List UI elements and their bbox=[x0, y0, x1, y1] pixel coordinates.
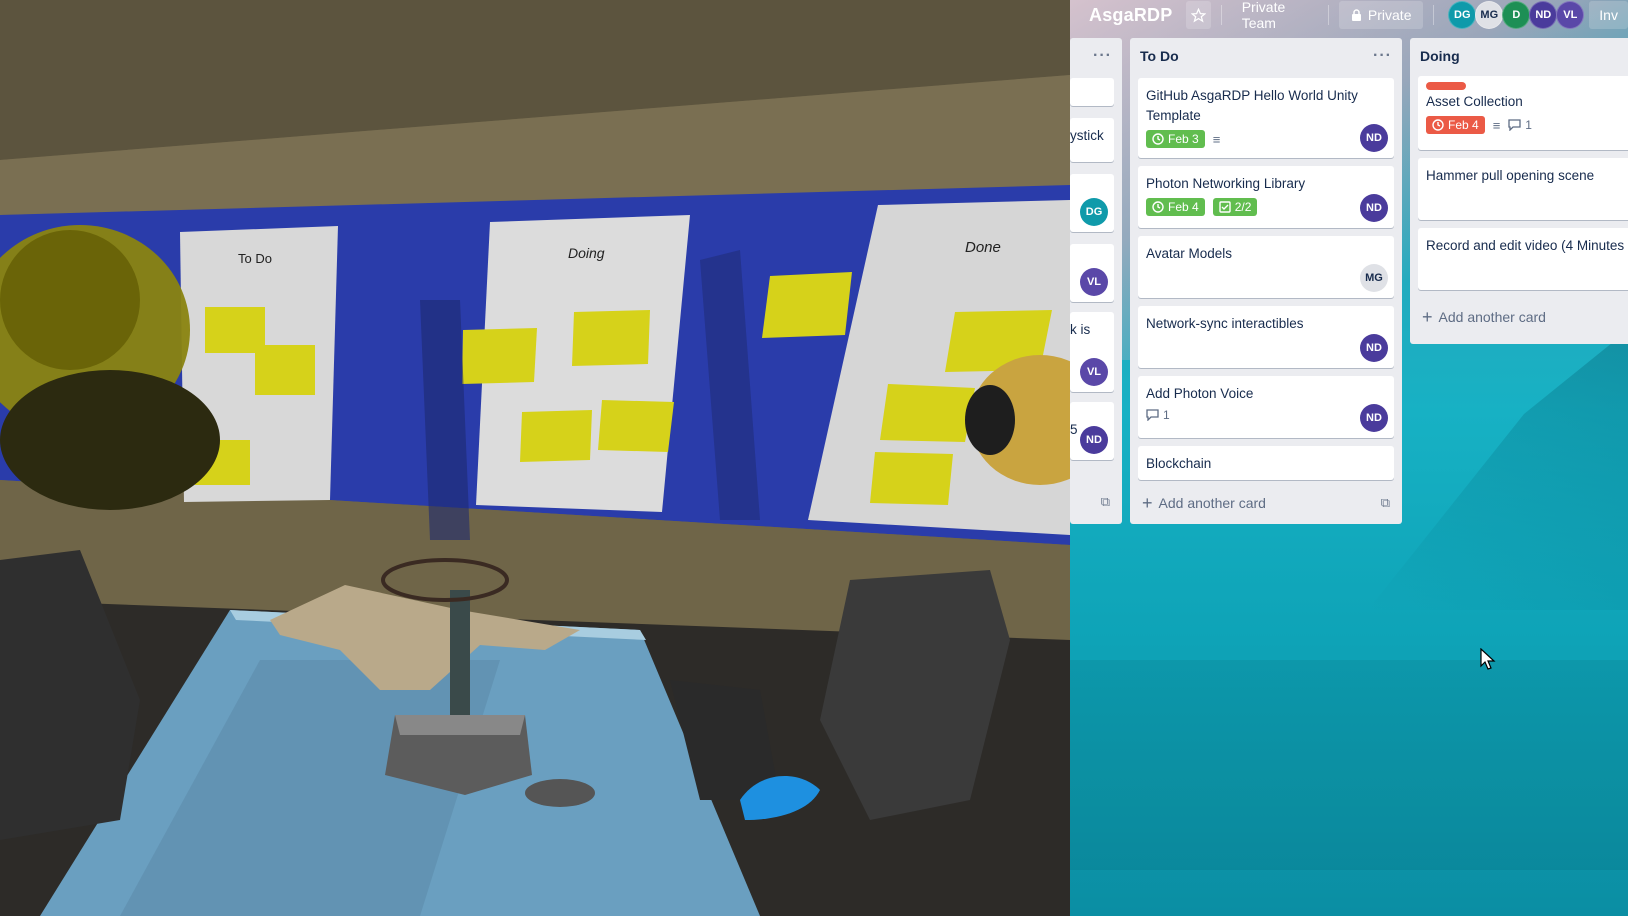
clock-icon bbox=[1432, 119, 1444, 131]
invite-button[interactable]: Inv bbox=[1589, 1, 1628, 29]
card[interactable]: Network-sync interactibles ND bbox=[1138, 306, 1394, 368]
card-member-avatar: VL bbox=[1080, 268, 1108, 296]
poster-done-label: Done bbox=[965, 239, 1001, 256]
card-member-avatar[interactable]: ND bbox=[1360, 334, 1388, 362]
list-title[interactable]: To Do bbox=[1140, 48, 1179, 64]
list-menu-icon[interactable]: ··· bbox=[1373, 47, 1392, 65]
card-member-avatar: ND bbox=[1080, 426, 1108, 454]
hammer-handle bbox=[450, 590, 470, 730]
card[interactable]: GitHub AsgaRDP Hello World Unity Templat… bbox=[1138, 78, 1394, 158]
due-date-text: Feb 4 bbox=[1448, 118, 1479, 132]
due-date-text: Feb 3 bbox=[1168, 132, 1199, 146]
checklist-count: 2/2 bbox=[1234, 200, 1252, 214]
card-member-avatar[interactable]: ND bbox=[1360, 404, 1388, 432]
list-menu-icon[interactable]: ··· bbox=[1093, 47, 1112, 65]
card-title: Add Photon Voice bbox=[1146, 386, 1254, 401]
list-title[interactable]: Doing bbox=[1420, 48, 1460, 64]
add-card-label: Add another card bbox=[1438, 309, 1546, 325]
card-title: Hammer pull opening scene bbox=[1426, 168, 1595, 183]
comment-count: 1 bbox=[1525, 118, 1532, 132]
description-icon: ≡ bbox=[1212, 131, 1221, 147]
card-member-avatar: DG bbox=[1080, 198, 1108, 226]
comment-badge: 1 bbox=[1508, 118, 1532, 132]
member-avatar-mg[interactable]: MG bbox=[1475, 1, 1504, 29]
stone-prop bbox=[525, 779, 595, 807]
plus-icon: + bbox=[1422, 306, 1433, 327]
mouse-cursor-icon bbox=[1480, 648, 1496, 670]
due-date-badge[interactable]: Feb 4 bbox=[1426, 116, 1485, 134]
lock-icon bbox=[1351, 8, 1361, 21]
member-avatar-nd[interactable]: ND bbox=[1529, 1, 1558, 29]
vr-scene-viewport[interactable]: To Do Doing Done bbox=[0, 0, 1070, 916]
card[interactable]: Hammer pull opening scene MG bbox=[1418, 158, 1628, 220]
member-avatar-vl[interactable]: VL bbox=[1556, 1, 1585, 29]
clock-icon bbox=[1152, 133, 1164, 145]
card-title: Record and edit video (4 Minutes bbox=[1426, 238, 1625, 253]
card-title: Network-sync interactibles bbox=[1146, 316, 1304, 331]
card-partial[interactable]: VL bbox=[1070, 244, 1114, 302]
add-card-button[interactable]: + Add another card bbox=[1130, 488, 1402, 518]
list-doing: Doing Asset Collection Feb 4 ≡ 1 Hammer … bbox=[1410, 38, 1628, 344]
card[interactable]: Blockchain bbox=[1138, 446, 1394, 480]
trello-board: AsgaRDP Private Team Private DG MG D ND … bbox=[1070, 0, 1628, 916]
comment-icon bbox=[1146, 409, 1159, 421]
list-todo: To Do ··· GitHub AsgaRDP Hello World Uni… bbox=[1130, 38, 1402, 524]
due-date-text: Feb 4 bbox=[1168, 200, 1199, 214]
star-icon bbox=[1191, 7, 1207, 23]
card-title-fragment: k is bbox=[1070, 322, 1091, 337]
plus-icon: + bbox=[1142, 492, 1153, 513]
card-partial[interactable]: DG bbox=[1070, 174, 1114, 232]
comment-badge: 1 bbox=[1146, 408, 1170, 422]
card-member-avatar[interactable]: MG bbox=[1360, 264, 1388, 292]
card-title: Avatar Models bbox=[1146, 246, 1233, 261]
card-title-fragment: ystick bbox=[1070, 128, 1104, 143]
board-title[interactable]: AsgaRDP bbox=[1089, 5, 1172, 26]
card-label-red[interactable] bbox=[1426, 82, 1466, 90]
card[interactable]: Photon Networking Library Feb 4 2/2 ND bbox=[1138, 166, 1394, 228]
visibility-label: Private bbox=[1367, 7, 1412, 23]
card[interactable]: Asset Collection Feb 4 ≡ 1 bbox=[1418, 76, 1628, 150]
add-card-button[interactable]: + Add another card bbox=[1410, 302, 1628, 332]
star-button[interactable] bbox=[1186, 1, 1211, 29]
list-partial-left: ··· ystick DG VL k is VL 5 ND ⧉ bbox=[1070, 38, 1122, 524]
card-member-avatar[interactable]: ND bbox=[1360, 194, 1388, 222]
due-date-badge[interactable]: Feb 4 bbox=[1146, 198, 1205, 216]
board-members: DG MG D ND VL bbox=[1448, 1, 1585, 29]
comment-count: 1 bbox=[1163, 408, 1170, 422]
card-partial[interactable]: k is VL bbox=[1070, 312, 1114, 392]
team-button[interactable]: Private Team bbox=[1232, 0, 1318, 31]
card-title: Blockchain bbox=[1146, 456, 1212, 471]
description-icon: ≡ bbox=[1492, 117, 1501, 133]
card-member-avatar[interactable]: ND bbox=[1360, 124, 1388, 152]
member-avatar-d[interactable]: D bbox=[1502, 1, 1531, 29]
card-partial[interactable] bbox=[1070, 78, 1114, 106]
card-partial[interactable]: ystick bbox=[1070, 118, 1114, 162]
card-member-avatar: VL bbox=[1080, 358, 1108, 386]
board-header: AsgaRDP Private Team Private DG MG D ND … bbox=[1070, 0, 1628, 31]
due-date-badge[interactable]: Feb 3 bbox=[1146, 130, 1205, 148]
checklist-badge: 2/2 bbox=[1212, 198, 1258, 216]
comment-icon bbox=[1508, 119, 1521, 131]
template-icon[interactable]: ⧉ bbox=[1381, 495, 1390, 511]
poster-todo-label: To Do bbox=[238, 251, 272, 266]
card-title: GitHub AsgaRDP Hello World Unity Templat… bbox=[1146, 88, 1358, 123]
add-card-label: Add another card bbox=[1158, 495, 1266, 511]
checkbox-icon bbox=[1218, 201, 1231, 213]
member-avatar-dg[interactable]: DG bbox=[1448, 1, 1477, 29]
card[interactable]: Avatar Models MG bbox=[1138, 236, 1394, 298]
card[interactable]: Add Photon Voice 1 ND bbox=[1138, 376, 1394, 438]
card-title: Photon Networking Library bbox=[1146, 176, 1306, 191]
template-icon[interactable]: ⧉ bbox=[1101, 494, 1110, 510]
card[interactable]: Record and edit video (4 Minutes bbox=[1418, 228, 1628, 290]
visibility-button[interactable]: Private bbox=[1338, 1, 1424, 29]
card-partial[interactable]: 5 ND bbox=[1070, 402, 1114, 460]
poster-doing-label: Doing bbox=[568, 245, 605, 261]
clock-icon bbox=[1152, 201, 1164, 213]
vr-scene-canvas: To Do Doing Done bbox=[0, 0, 1070, 916]
